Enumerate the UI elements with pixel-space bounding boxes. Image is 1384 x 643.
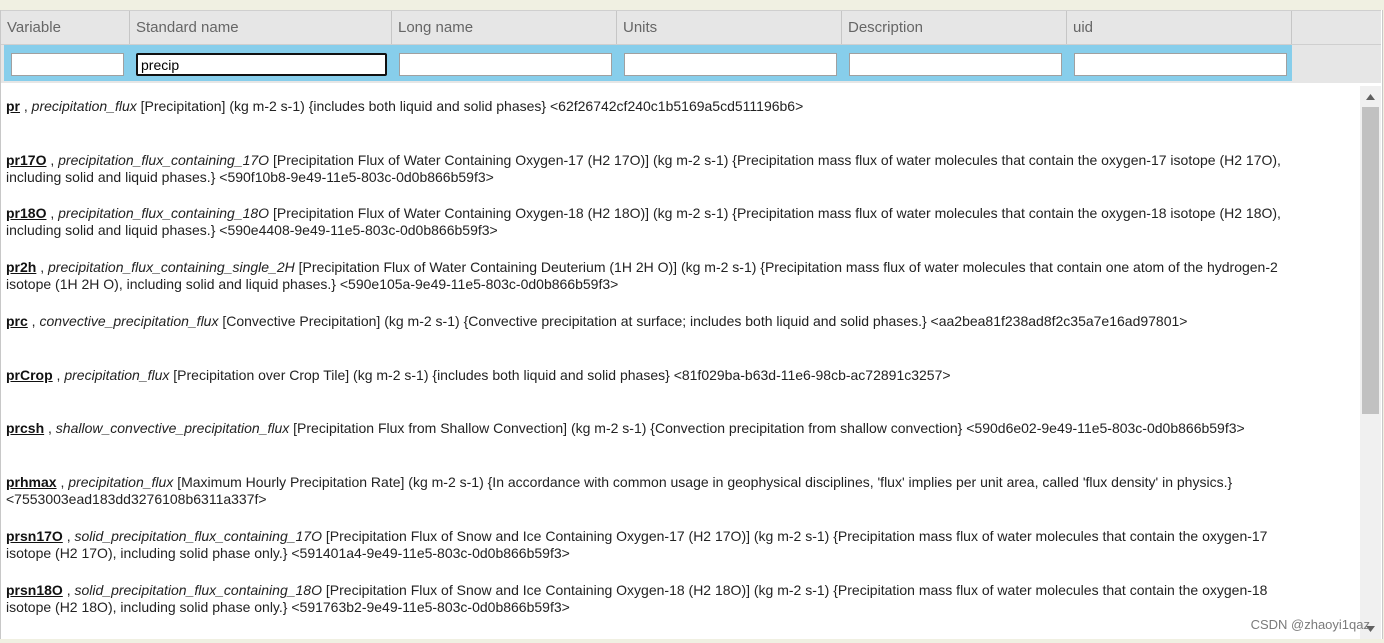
list-item: pr18O , precipitation_flux_containing_18… xyxy=(6,205,1281,238)
description: {Convective precipitation at surface; in… xyxy=(463,313,927,329)
long-name: [Precipitation over Crop Tile] xyxy=(173,367,350,383)
units: (kg m-2 s-1) xyxy=(570,420,647,436)
app-window: Variable Standard name Long name Units D… xyxy=(0,10,1383,639)
triangle-up-icon xyxy=(1366,93,1375,100)
variable-link[interactable]: pr xyxy=(6,98,20,114)
standard-name: convective_precipitation_flux xyxy=(39,313,219,329)
variable-link[interactable]: prsn18O xyxy=(6,582,63,598)
units: (kg m-2 s-1) xyxy=(353,367,429,383)
column-header-variable[interactable]: Variable xyxy=(1,11,130,44)
long-name: [Maximum Hourly Precipitation Rate] xyxy=(177,474,405,490)
filter-standard-name-input[interactable] xyxy=(136,53,387,76)
scroll-thumb[interactable] xyxy=(1362,107,1379,414)
standard-name: precipitation_flux_containing_17O xyxy=(58,152,270,168)
standard-name: precipitation_flux xyxy=(31,98,137,114)
uid: <aa2bea81f238ad8f2c35a7e16ad97801> xyxy=(930,313,1188,329)
variable-link[interactable]: prcsh xyxy=(6,420,44,436)
list-item: prCrop , precipitation_flux [Precipitati… xyxy=(6,367,951,383)
long-name: [Precipitation Flux of Snow and Ice Cont… xyxy=(325,582,750,598)
units: (kg m-2 s-1) xyxy=(753,582,830,598)
long-name: [Convective Precipitation] xyxy=(222,313,381,329)
standard-name: precipitation_flux_containing_18O xyxy=(58,205,270,221)
list-item: prcsh , shallow_convective_precipitation… xyxy=(6,420,1245,436)
filter-long-name-input[interactable] xyxy=(399,53,612,76)
filter-description-input[interactable] xyxy=(849,53,1062,76)
uid: <81f029ba-b63d-11e6-98cb-ac72891c3257> xyxy=(673,367,951,383)
uid: <591401a4-9e49-11e5-803c-0d0b866b59f3> xyxy=(291,545,570,561)
variable-link[interactable]: prsn17O xyxy=(6,528,63,544)
units: (kg m-2 s-1) xyxy=(229,98,305,114)
uid: <590e105a-9e49-11e5-803c-0d0b866b59f3> xyxy=(339,276,619,292)
variable-link[interactable]: prhmax xyxy=(6,474,57,490)
long-name: [Precipitation Flux of Water Containing … xyxy=(272,205,650,221)
standard-name: precipitation_flux xyxy=(68,474,174,490)
variable-link[interactable]: prc xyxy=(6,313,28,329)
uid: <590f10b8-9e49-11e5-803c-0d0b866b59f3> xyxy=(219,169,494,185)
list-item: pr2h , precipitation_flux_containing_sin… xyxy=(6,259,1278,292)
units: (kg m-2 s-1) xyxy=(384,313,460,329)
column-header-uid[interactable]: uid xyxy=(1067,11,1292,44)
list-item: prsn17O , solid_precipitation_flux_conta… xyxy=(6,528,1268,561)
long-name: [Precipitation Flux from Shallow Convect… xyxy=(293,420,568,436)
standard-name: precipitation_flux_containing_single_2H xyxy=(48,259,295,275)
filter-row xyxy=(1,45,1381,83)
long-name: [Precipitation] xyxy=(140,98,226,114)
units: (kg m-2 s-1) xyxy=(652,152,729,168)
filter-uid-input[interactable] xyxy=(1074,53,1287,76)
column-header-standard-name[interactable]: Standard name xyxy=(130,11,392,44)
list-item: pr , precipitation_flux [Precipitation] … xyxy=(6,98,804,114)
vertical-scrollbar[interactable] xyxy=(1360,86,1381,639)
variable-link[interactable]: pr2h xyxy=(6,259,36,275)
variable-link[interactable]: prCrop xyxy=(6,367,53,383)
list-item: prhmax , precipitation_flux [Maximum Hou… xyxy=(6,474,1233,507)
description: {In accordance with common usage in geop… xyxy=(487,474,1233,490)
column-header-row: Variable Standard name Long name Units D… xyxy=(1,10,1381,45)
filter-units-input[interactable] xyxy=(624,53,837,76)
description: {includes both liquid and solid phases} xyxy=(432,367,670,383)
column-header-long-name[interactable]: Long name xyxy=(392,11,617,44)
units: (kg m-2 s-1) xyxy=(680,259,757,275)
units: (kg m-2 s-1) xyxy=(753,528,830,544)
uid: <591763b2-9e49-11e5-803c-0d0b866b59f3> xyxy=(291,599,570,615)
long-name: [Precipitation Flux of Snow and Ice Cont… xyxy=(325,528,750,544)
results-list: pr , precipitation_flux [Precipitation] … xyxy=(1,86,1360,639)
filter-variable-input[interactable] xyxy=(11,53,124,76)
uid: <62f26742cf240c1b5169a5cd511196b6> xyxy=(549,98,804,114)
list-item: prc , convective_precipitation_flux [Con… xyxy=(6,313,1188,329)
list-item: pr17O , precipitation_flux_containing_17… xyxy=(6,152,1281,185)
description: {Convection precipitation from shallow c… xyxy=(650,420,963,436)
uid: <590d6e02-9e49-11e5-803c-0d0b866b59f3> xyxy=(966,420,1245,436)
standard-name: solid_precipitation_flux_containing_18O xyxy=(74,582,322,598)
description: {includes both liquid and solid phases} xyxy=(308,98,547,114)
uid: <590e4408-9e49-11e5-803c-0d0b866b59f3> xyxy=(219,222,498,238)
standard-name: precipitation_flux xyxy=(64,367,170,383)
column-header-description[interactable]: Description xyxy=(842,11,1067,44)
long-name: [Precipitation Flux of Water Containing … xyxy=(298,259,678,275)
standard-name: solid_precipitation_flux_containing_17O xyxy=(74,528,322,544)
units: (kg m-2 s-1) xyxy=(652,205,729,221)
scroll-up-button[interactable] xyxy=(1360,88,1381,105)
variable-link[interactable]: pr17O xyxy=(6,152,46,168)
list-item: prsn18O , solid_precipitation_flux_conta… xyxy=(6,582,1268,615)
uid: <7553003ead183dd3276108b6311a337f> xyxy=(6,491,267,507)
standard-name: shallow_convective_precipitation_flux xyxy=(55,420,290,436)
variable-link[interactable]: pr18O xyxy=(6,205,46,221)
units: (kg m-2 s-1) xyxy=(408,474,484,490)
column-header-units[interactable]: Units xyxy=(617,11,842,44)
long-name: [Precipitation Flux of Water Containing … xyxy=(272,152,650,168)
watermark: CSDN @zhaoyi1qaz xyxy=(1250,617,1370,632)
